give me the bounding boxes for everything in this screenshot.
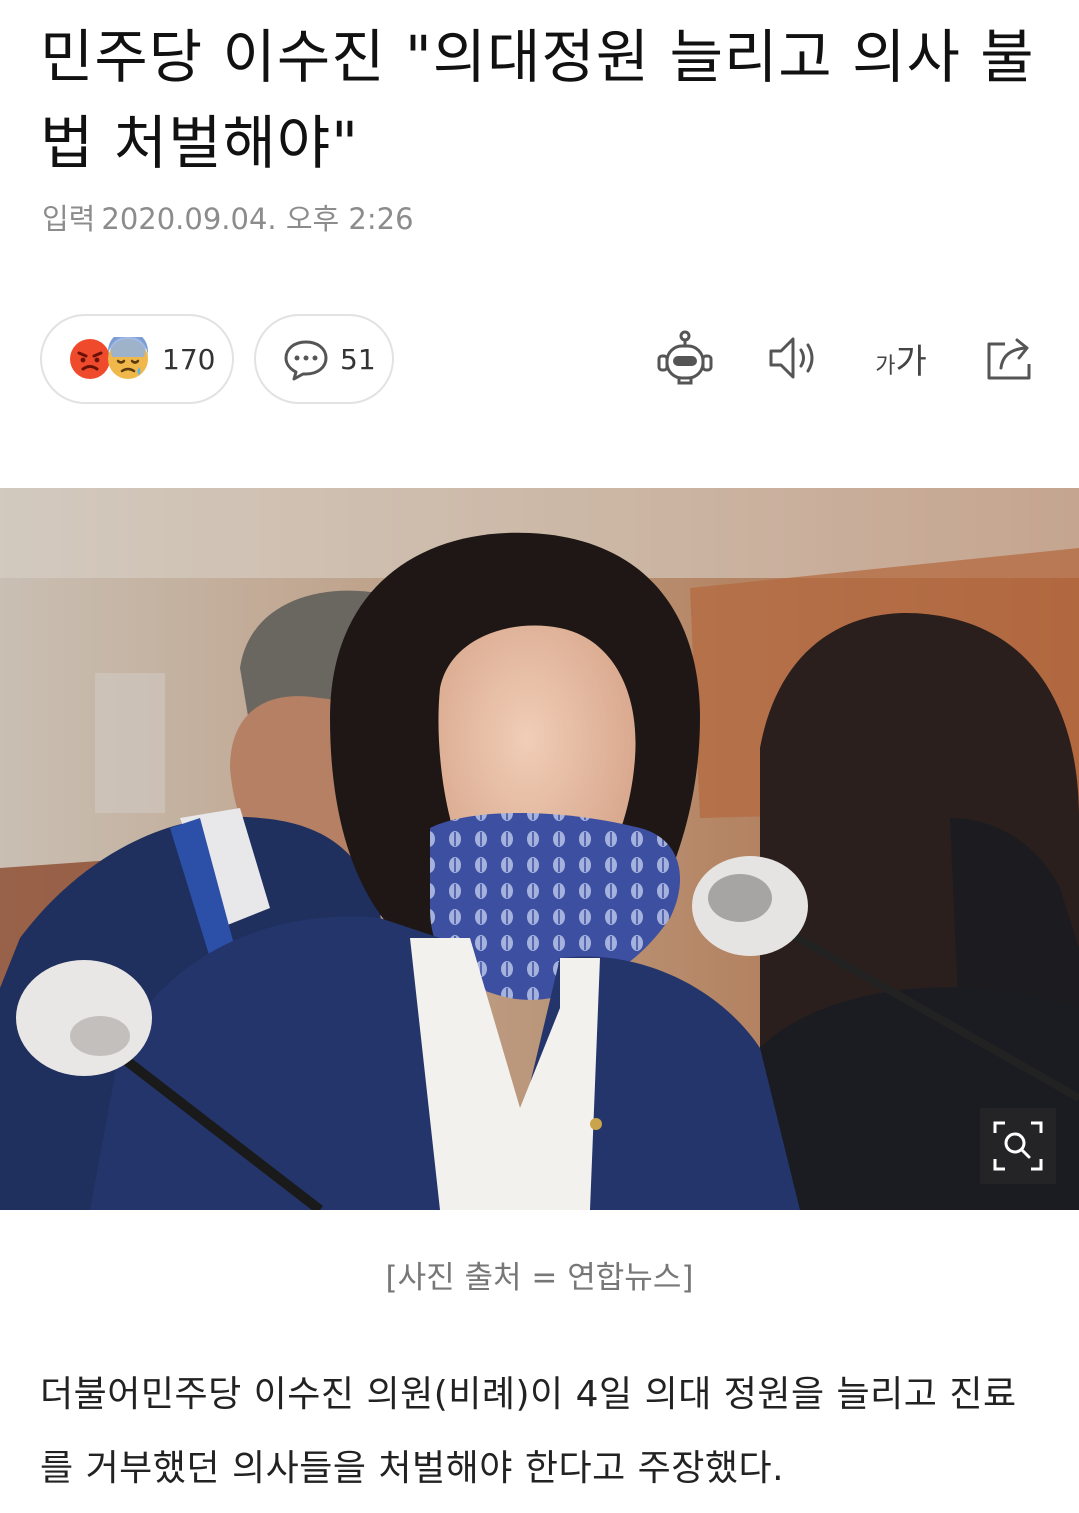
date-label: 입력 bbox=[42, 202, 96, 236]
photo-zoom-button[interactable] bbox=[980, 1108, 1056, 1184]
article-body-paragraph: 더불어민주당 이수진 의원(비례)이 4일 의대 정원을 늘리고 진료를 거부했… bbox=[40, 1374, 1017, 1489]
article-photo[interactable] bbox=[0, 488, 1079, 1210]
font-size-small-glyph: 가 bbox=[875, 353, 896, 379]
robot-reader-button[interactable] bbox=[650, 322, 720, 394]
font-size-large-glyph: 가 bbox=[895, 341, 927, 382]
reactions-button[interactable]: 170 bbox=[40, 314, 234, 404]
share-icon bbox=[987, 338, 1031, 380]
reaction-count: 170 bbox=[162, 342, 216, 376]
font-size-icon: 가가 bbox=[875, 334, 927, 383]
reaction-emojis bbox=[68, 337, 154, 381]
sad-face-icon bbox=[108, 337, 148, 379]
photo-caption: [사진 출처 = 연합뉴스] bbox=[385, 1260, 694, 1296]
speaker-icon bbox=[769, 337, 814, 379]
speech-bubble-icon bbox=[284, 340, 328, 381]
article-dateline: 입력 2020.09.04. 오후 2:26 bbox=[42, 196, 414, 238]
zoom-icon bbox=[993, 1121, 1043, 1171]
date-value: 2020.09.04. 오후 2:26 bbox=[101, 202, 414, 236]
comment-count: 51 bbox=[340, 342, 376, 376]
font-size-button[interactable]: 가가 bbox=[866, 322, 936, 394]
share-button[interactable] bbox=[976, 322, 1046, 394]
robot-icon bbox=[657, 330, 713, 385]
photo-image bbox=[0, 488, 1079, 1210]
text-to-speech-button[interactable] bbox=[758, 322, 828, 394]
comments-button[interactable]: 51 bbox=[254, 314, 394, 404]
article-headline: 민주당 이수진 "의대정원 늘리고 의사 불법 처벌해야" bbox=[40, 23, 1035, 177]
